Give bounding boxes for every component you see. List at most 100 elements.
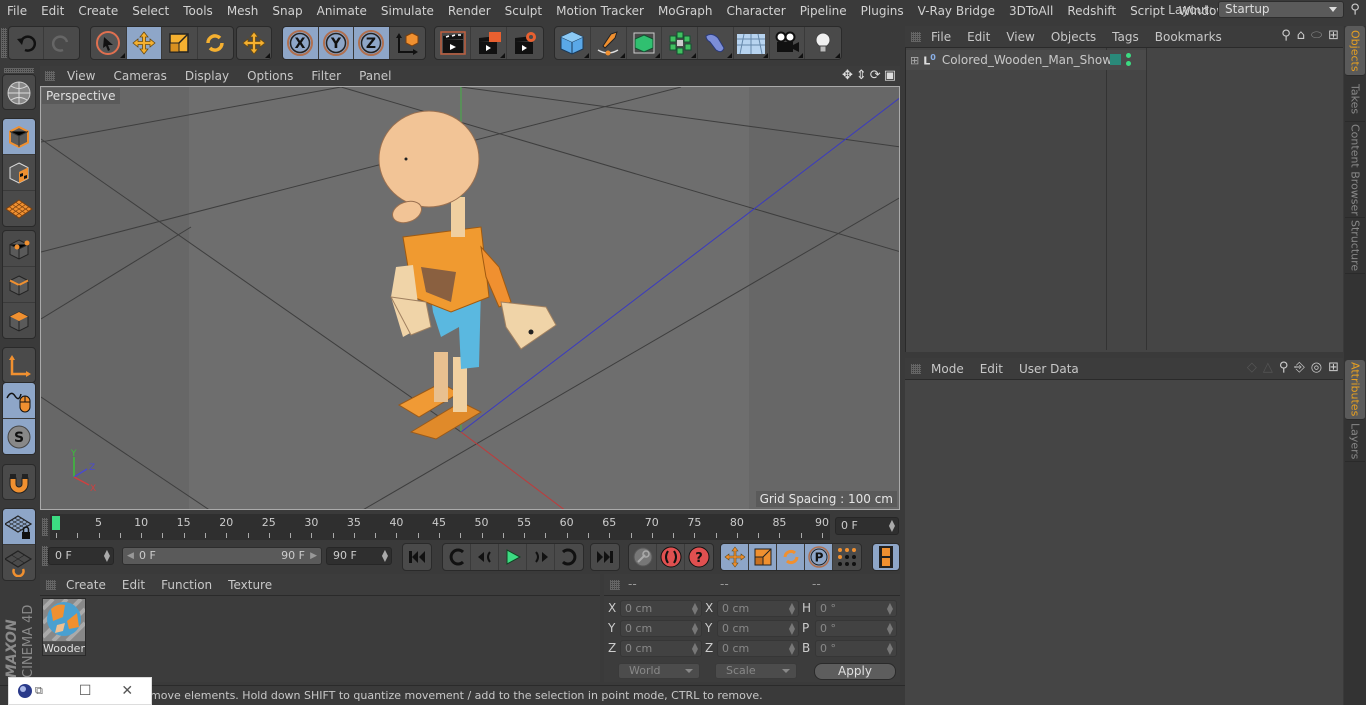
material-menu-function[interactable]: Function xyxy=(153,578,220,592)
menu-character[interactable]: Character xyxy=(719,4,792,18)
floor-button[interactable] xyxy=(734,27,770,59)
timeline-window-button[interactable] xyxy=(873,544,899,570)
menu-animate[interactable]: Animate xyxy=(310,4,374,18)
make-editable-button[interactable] xyxy=(3,75,35,109)
polygons-mode-button[interactable] xyxy=(3,303,35,338)
viewport-menu-panel[interactable]: Panel xyxy=(350,69,400,83)
menu-3dtoall[interactable]: 3DToAll xyxy=(1002,4,1060,18)
pen-spline-button[interactable] xyxy=(591,27,627,59)
menu-sculpt[interactable]: Sculpt xyxy=(498,4,549,18)
size-z-field[interactable]: 0 cm ▲ ▼ xyxy=(717,640,799,657)
size-mode-select[interactable]: Scale xyxy=(715,663,797,679)
edges-mode-button[interactable] xyxy=(3,267,35,303)
layer-color-swatch[interactable] xyxy=(1110,54,1121,65)
end-frame-field[interactable]: 90 F ▲ ▼ xyxy=(326,547,392,565)
eye-icon[interactable]: ⬭ xyxy=(1311,28,1322,43)
start-frame-field[interactable]: 0 F ▲ ▼ xyxy=(48,547,114,565)
light-button[interactable] xyxy=(805,27,841,59)
rotation-b-field[interactable]: 0 ° ▲ ▼ xyxy=(815,640,897,657)
apply-button[interactable]: Apply xyxy=(814,663,896,680)
key-scale-button[interactable] xyxy=(749,544,777,570)
attributes-menu-edit[interactable]: Edit xyxy=(972,362,1011,376)
objects-menu-bookmarks[interactable]: Bookmarks xyxy=(1147,30,1230,44)
menu-mesh[interactable]: Mesh xyxy=(220,4,266,18)
attributes-menu-mode[interactable]: Mode xyxy=(923,362,972,376)
viewport-menu-options[interactable]: Options xyxy=(238,69,302,83)
z-axis-button[interactable]: Z xyxy=(354,27,390,59)
render-view-button[interactable] xyxy=(435,27,471,59)
menu-select[interactable]: Select xyxy=(125,4,176,18)
object-manager-grip[interactable] xyxy=(911,32,921,42)
previous-frame-button[interactable] xyxy=(471,544,499,570)
keyframe-selection-button[interactable]: ? xyxy=(685,544,713,570)
x-axis-button[interactable]: X xyxy=(283,27,319,59)
menu-render[interactable]: Render xyxy=(441,4,498,18)
new-panel-icon[interactable]: ⊞ xyxy=(1328,360,1339,375)
position-z-field[interactable]: 0 cm ▲ ▼ xyxy=(620,640,702,657)
close-icon[interactable]: ✕ xyxy=(121,683,133,699)
menu-script[interactable]: Script xyxy=(1123,4,1172,18)
goto-start-button[interactable] xyxy=(403,544,431,570)
attribute-manager-grip[interactable] xyxy=(911,364,921,374)
menu-pipeline[interactable]: Pipeline xyxy=(793,4,854,18)
orbit-view-icon[interactable]: ⟳ xyxy=(870,68,881,83)
tab-attributes[interactable]: Attributes xyxy=(1345,360,1365,420)
search-icon[interactable]: ⚲ xyxy=(1344,2,1366,17)
range-left-arrow-icon[interactable]: ◀ xyxy=(127,548,134,564)
objects-menu-file[interactable]: File xyxy=(923,30,959,44)
range-right-arrow-icon[interactable]: ▶ xyxy=(310,548,317,564)
key-position-button[interactable] xyxy=(721,544,749,570)
mode-toolbar-grip[interactable] xyxy=(4,68,34,73)
viewport-menu-view[interactable]: View xyxy=(58,69,104,83)
objects-menu-view[interactable]: View xyxy=(998,30,1042,44)
viewport-menu-display[interactable]: Display xyxy=(176,69,238,83)
restore-icon[interactable]: ⧉ xyxy=(35,684,43,698)
preview-range-slider[interactable]: ◀ 0 F 90 F ▶ xyxy=(122,547,322,565)
home-icon[interactable]: ⌂ xyxy=(1297,28,1305,43)
objects-menu-tags[interactable]: Tags xyxy=(1104,30,1147,44)
rotation-h-field[interactable]: 0 ° ▲ ▼ xyxy=(815,600,897,617)
render-visibility-dot[interactable] xyxy=(1126,61,1131,66)
coordinate-system-button[interactable] xyxy=(390,27,425,59)
unlock-icon[interactable]: ⎆ xyxy=(1294,360,1304,375)
render-picture-viewer-button[interactable] xyxy=(471,27,507,59)
axis-mode-button[interactable] xyxy=(3,348,35,382)
menu-edit[interactable]: Edit xyxy=(34,4,71,18)
live-selection-button[interactable] xyxy=(91,27,127,59)
points-mode-button[interactable] xyxy=(3,231,35,267)
camera-button[interactable] xyxy=(770,27,806,59)
coordinate-grip[interactable] xyxy=(610,580,620,590)
menu-file[interactable]: File xyxy=(0,4,34,18)
layout-select[interactable]: Startup xyxy=(1218,1,1344,18)
deformer-button[interactable] xyxy=(698,27,734,59)
toolbar-grip[interactable] xyxy=(1,28,7,58)
menu-motion-tracker[interactable]: Motion Tracker xyxy=(549,4,651,18)
current-frame-field[interactable]: 0 F ▲ ▼ xyxy=(835,517,899,535)
dolly-view-icon[interactable]: ⇕ xyxy=(856,68,867,83)
material-menu-texture[interactable]: Texture xyxy=(220,578,280,592)
cube-button[interactable] xyxy=(555,27,591,59)
subdivision-surface-button[interactable] xyxy=(627,27,663,59)
timeline-ruler[interactable]: 0 5 10 15 20 25 30 35 40 45 50 55 60 65 70 75 80 85 90 xyxy=(50,514,830,540)
next-frame-button[interactable] xyxy=(527,544,555,570)
solo-mode-button[interactable]: S xyxy=(3,419,35,454)
size-x-field[interactable]: 0 cm ▲ ▼ xyxy=(717,600,799,617)
objects-menu-edit[interactable]: Edit xyxy=(959,30,998,44)
viewport-menu-cameras[interactable]: Cameras xyxy=(104,69,175,83)
size-y-field[interactable]: 0 cm ▲ ▼ xyxy=(717,620,799,637)
key-pla-button[interactable] xyxy=(833,544,861,570)
coordinate-mode-select[interactable]: World xyxy=(618,663,700,679)
objects-menu-objects[interactable]: Objects xyxy=(1043,30,1104,44)
3d-viewport[interactable]: Y Z X Perspective Grid Spacing : 100 cm xyxy=(40,86,900,510)
viewport-grip[interactable] xyxy=(45,71,55,81)
tab-takes[interactable]: Takes xyxy=(1345,78,1365,122)
redo-button[interactable] xyxy=(44,27,79,59)
tweak-mode-button[interactable] xyxy=(3,383,35,419)
goto-next-key-button[interactable] xyxy=(555,544,583,570)
pan-view-icon[interactable]: ✥ xyxy=(842,68,853,83)
menu-snap[interactable]: Snap xyxy=(265,4,309,18)
last-tool-button[interactable] xyxy=(237,27,271,59)
snap-button[interactable] xyxy=(3,465,35,499)
menu-mograph[interactable]: MoGraph xyxy=(651,4,720,18)
position-x-field[interactable]: 0 cm ▲ ▼ xyxy=(620,600,702,617)
